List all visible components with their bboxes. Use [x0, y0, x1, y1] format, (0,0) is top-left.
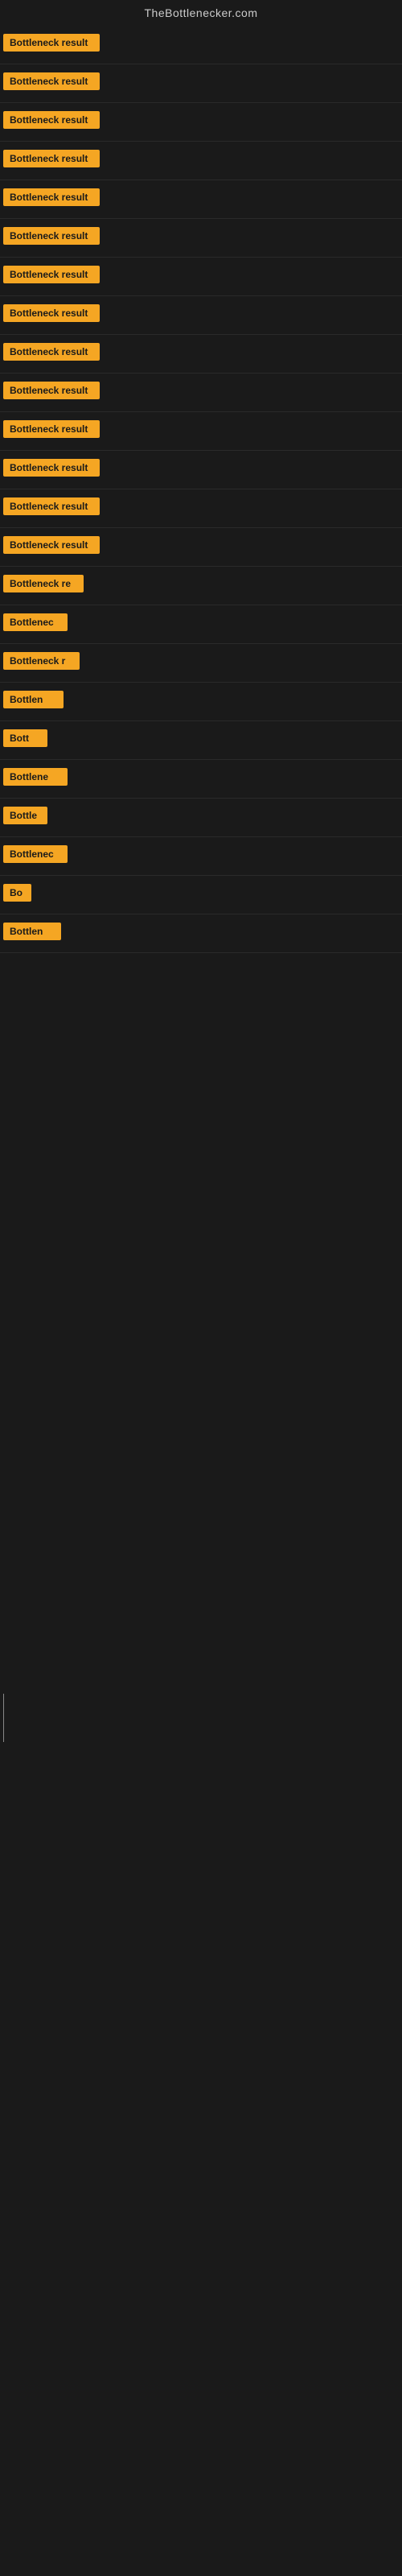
- result-row: Bottleneck result: [0, 180, 402, 219]
- result-row: Bottleneck re: [0, 567, 402, 605]
- bottleneck-badge[interactable]: Bottlene: [3, 768, 68, 786]
- bottleneck-badge[interactable]: Bottlenec: [3, 613, 68, 631]
- bottleneck-badge[interactable]: Bottleneck r: [3, 652, 80, 670]
- result-row: Bottleneck result: [0, 528, 402, 567]
- bottleneck-badge[interactable]: Bottleneck result: [3, 536, 100, 554]
- spacer: [0, 953, 402, 1678]
- result-row: Bottleneck result: [0, 412, 402, 451]
- site-title: TheBottlenecker.com: [0, 0, 402, 26]
- result-row: Bottleneck result: [0, 258, 402, 296]
- bottleneck-badge[interactable]: Bottle: [3, 807, 47, 824]
- footer-line: [3, 1694, 4, 1742]
- bottleneck-badge[interactable]: Bottleneck result: [3, 343, 100, 361]
- result-row: Bottleneck result: [0, 296, 402, 335]
- result-row: Bottleneck result: [0, 26, 402, 64]
- bottleneck-badge[interactable]: Bottlenec: [3, 845, 68, 863]
- bottleneck-badge[interactable]: Bottleneck result: [3, 459, 100, 477]
- result-row: Bottle: [0, 799, 402, 837]
- result-row: Bottleneck result: [0, 219, 402, 258]
- bottleneck-badge[interactable]: Bottleneck result: [3, 72, 100, 90]
- results-list: Bottleneck result Bottleneck result Bottle…: [0, 26, 402, 953]
- bottleneck-badge[interactable]: Bottleneck re: [3, 575, 84, 592]
- bottleneck-badge[interactable]: Bottleneck result: [3, 266, 100, 283]
- bottleneck-badge[interactable]: Bottleneck result: [3, 188, 100, 206]
- bottleneck-badge[interactable]: Bott: [3, 729, 47, 747]
- result-row: Bottlen: [0, 683, 402, 721]
- result-row: Bott: [0, 721, 402, 760]
- result-row: Bottlene: [0, 760, 402, 799]
- result-row: Bottleneck result: [0, 335, 402, 374]
- bottleneck-badge[interactable]: Bottleneck result: [3, 382, 100, 399]
- bottleneck-badge[interactable]: Bottleneck result: [3, 497, 100, 515]
- result-row: Bottleneck result: [0, 103, 402, 142]
- bottleneck-badge[interactable]: Bottlen: [3, 691, 64, 708]
- result-row: Bottleneck result: [0, 142, 402, 180]
- result-row: Bottleneck result: [0, 374, 402, 412]
- bottleneck-badge[interactable]: Bottleneck result: [3, 111, 100, 129]
- bottleneck-badge[interactable]: Bottleneck result: [3, 304, 100, 322]
- result-row: Bottleneck result: [0, 489, 402, 528]
- bottleneck-badge[interactable]: Bottlen: [3, 923, 61, 940]
- bottleneck-badge[interactable]: Bo: [3, 884, 31, 902]
- result-row: Bo: [0, 876, 402, 914]
- bottleneck-badge[interactable]: Bottleneck result: [3, 227, 100, 245]
- bottleneck-badge[interactable]: Bottleneck result: [3, 420, 100, 438]
- result-row: Bottlen: [0, 914, 402, 953]
- result-row: Bottleneck result: [0, 64, 402, 103]
- result-row: Bottlenec: [0, 837, 402, 876]
- result-row: Bottlenec: [0, 605, 402, 644]
- result-row: Bottleneck result: [0, 451, 402, 489]
- bottleneck-badge[interactable]: Bottleneck result: [3, 150, 100, 167]
- result-row: Bottleneck r: [0, 644, 402, 683]
- bottleneck-badge[interactable]: Bottleneck result: [3, 34, 100, 52]
